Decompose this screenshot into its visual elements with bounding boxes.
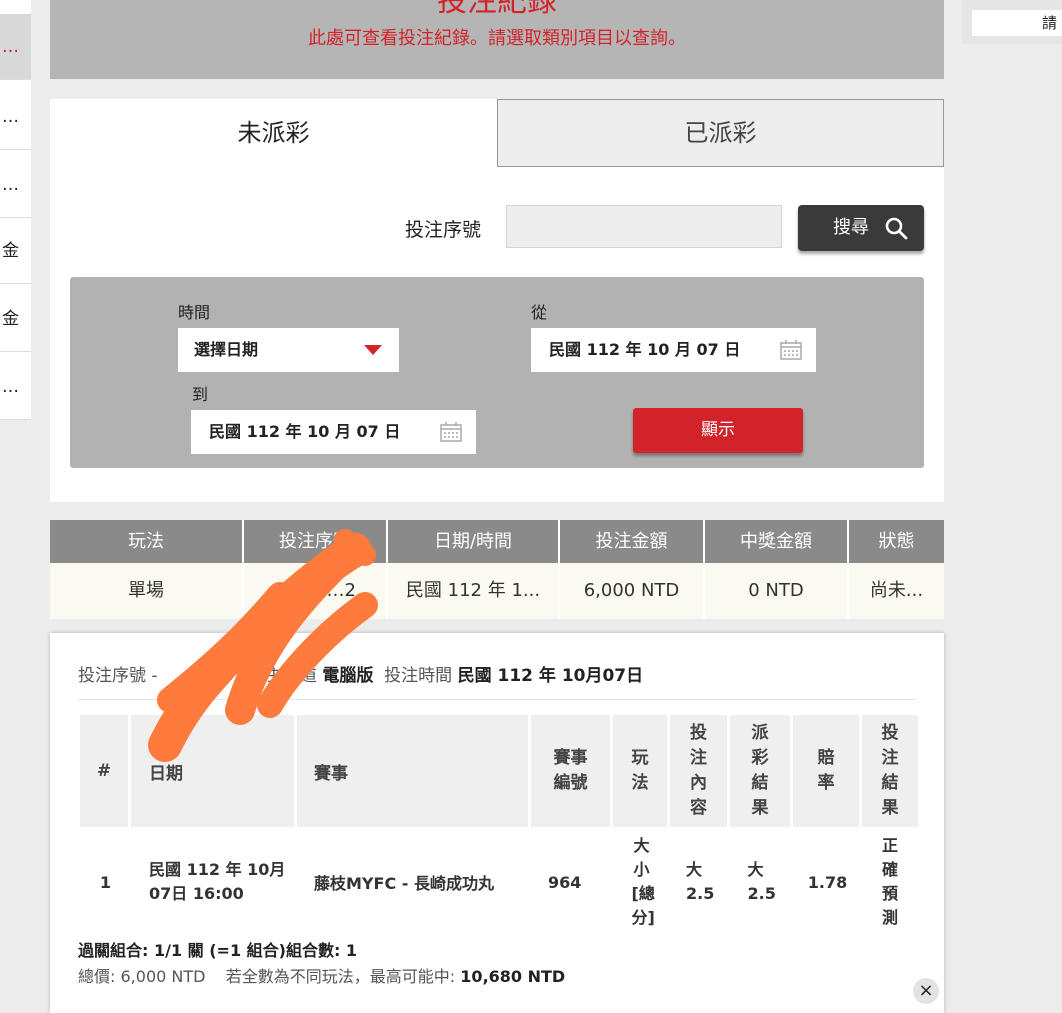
sidebar: … … … 金 金 … xyxy=(0,0,31,420)
page-header: 投注紀錄 此處可查看投注紀錄。請選取類別項目以查詢。 xyxy=(50,0,944,79)
table-cell: 1.78 xyxy=(807,872,848,892)
col-header-win-amount: 中獎金額 xyxy=(705,520,849,563)
col-header-num: # xyxy=(80,715,131,827)
table-cell[interactable]: 尚未... xyxy=(849,563,944,619)
from-label: 從 xyxy=(531,303,548,322)
table-cell[interactable]: 0 NTD xyxy=(705,563,849,619)
table-cell: 大小[總分] xyxy=(631,836,655,927)
table-cell: 正確預測 xyxy=(881,836,898,927)
total-line: 總價: 6,000 NTD 若全數為不同玩法，最高可能中: 10,680 NTD xyxy=(78,967,566,986)
table-cell: 1 xyxy=(99,872,112,892)
bet-serial-label: 投注序號 xyxy=(405,219,482,241)
to-date-field[interactable]: 民國 112 年 10 月 07 日 xyxy=(191,410,476,454)
tab-unsettled[interactable]: 未派彩 xyxy=(50,99,497,167)
dropdown-arrow-icon xyxy=(364,345,382,355)
col-header-play: 玩法 xyxy=(613,715,670,827)
col-header-status: 狀態 xyxy=(849,520,944,563)
table-cell[interactable]: 6,000 NTD xyxy=(560,563,705,619)
table-cell: 964 xyxy=(548,872,582,892)
col-header-datetime: 日期/時間 xyxy=(388,520,560,563)
table-cell: 民國 112 年 10月07日 16:00 xyxy=(149,860,286,903)
col-header-odds: 賠率 xyxy=(793,715,862,827)
page-title: 投注紀錄 xyxy=(437,0,557,19)
close-button[interactable]: × xyxy=(913,978,939,1004)
to-label: 到 xyxy=(192,385,209,404)
sidebar-item-3[interactable]: … xyxy=(0,152,31,218)
search-icon xyxy=(885,217,908,240)
bet-query-panel: 未派彩 已派彩 投注序號 搜尋 時間 選擇日期 從 民國 112 年 10 月 … xyxy=(50,99,944,502)
col-header-bet-content: 投注內容 xyxy=(670,715,730,827)
date-select[interactable]: 選擇日期 xyxy=(178,328,399,372)
tab-settled[interactable]: 已派彩 xyxy=(497,99,944,167)
time-label: 時間 xyxy=(178,303,211,322)
col-header-payout-result: 派彩結果 xyxy=(730,715,793,827)
parlay-combination: 過關組合: 1/1 關 (=1 組合)組合數: 1 xyxy=(78,941,358,960)
sidebar-item-6[interactable]: … xyxy=(0,354,31,420)
col-header-bet-result: 投注結果 xyxy=(862,715,918,827)
col-header-match-no: 賽事編號 xyxy=(531,715,613,827)
redaction-scribble xyxy=(148,529,378,762)
table-cell: 大2.5 xyxy=(686,860,715,903)
search-button[interactable]: 搜尋 xyxy=(798,205,924,251)
bet-serial-input[interactable] xyxy=(506,205,782,248)
date-filter: 時間 選擇日期 從 民國 112 年 10 月 07 日 到 民國 112 年 … xyxy=(70,277,924,468)
sidebar-item-1[interactable]: … xyxy=(0,14,31,80)
sidebar-item-2[interactable]: … xyxy=(0,84,31,150)
right-panel-input[interactable]: 請 xyxy=(972,10,1062,36)
table-cell: 藤枝MYFC - 長崎成功丸 xyxy=(314,874,494,893)
table-cell[interactable]: 民國 112 年 1... xyxy=(388,563,560,619)
from-date-field[interactable]: 民國 112 年 10 月 07 日 xyxy=(531,328,816,372)
calendar-icon[interactable] xyxy=(780,340,802,360)
col-header-bet-amount: 投注金額 xyxy=(560,520,705,563)
page-subtitle: 此處可查看投注紀錄。請選取類別項目以查詢。 xyxy=(308,28,686,49)
table-cell: 大2.5 xyxy=(747,860,776,903)
calendar-icon[interactable] xyxy=(440,422,462,442)
sidebar-item-4[interactable]: 金 xyxy=(0,218,31,284)
show-button[interactable]: 顯示 xyxy=(633,408,803,453)
sidebar-item-5[interactable]: 金 xyxy=(0,286,31,352)
